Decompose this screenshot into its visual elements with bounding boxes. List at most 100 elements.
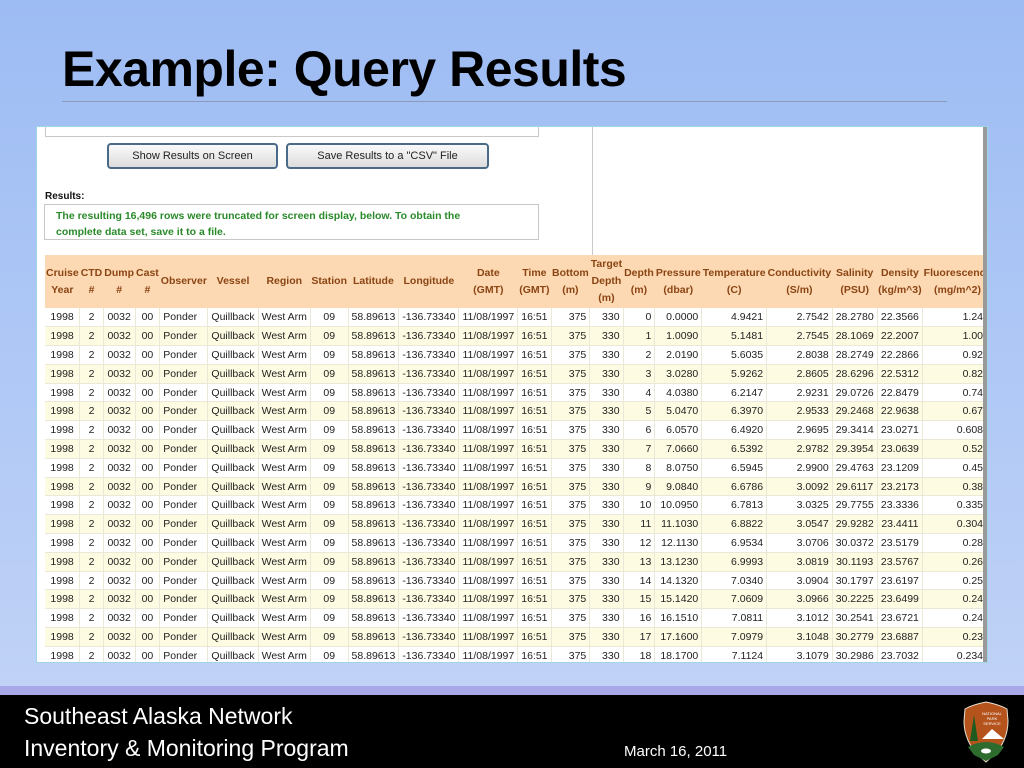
table-cell: 30.2986 [832, 646, 878, 662]
table-row: 1998 2 0032 00 Ponder Quillback West Arm 09 58.8… [45, 364, 987, 384]
save-csv-button[interactable]: Save Results to a "CSV" File [286, 143, 489, 169]
column-header[interactable]: Dump # [103, 255, 136, 308]
table-cell: 0 [623, 308, 656, 328]
table-cell: 58.89613 [348, 533, 400, 553]
table-cell: 375 [551, 589, 591, 610]
table-cell: 11/08/1997 [458, 401, 519, 422]
table-cell: 18.1700 [654, 646, 703, 662]
table-cell: 00 [135, 308, 161, 328]
column-header-label: Year [51, 283, 74, 296]
table-cell: Quillback [207, 571, 259, 591]
table-cell: 30.1193 [832, 552, 878, 572]
table-cell: 330 [589, 646, 624, 662]
column-header[interactable]: Longitude [398, 255, 459, 308]
column-header[interactable]: Conductivity (S/m) [766, 255, 833, 308]
table-cell: Ponder [159, 308, 209, 328]
table-cell: 11/08/1997 [458, 458, 519, 478]
table-cell: 23.3336 [877, 495, 924, 516]
org-name-line-2: Inventory & Monitoring Program [24, 735, 349, 761]
table-cell: 0.6087 [922, 420, 987, 441]
table-cell: Ponder [159, 589, 209, 610]
table-cell: 11 [623, 514, 656, 535]
column-header-label: Time [522, 266, 547, 279]
column-header[interactable]: Cruise Year [45, 255, 80, 308]
table-cell: 00 [135, 458, 161, 478]
table-cell: 0.452 [922, 458, 987, 478]
table-cell: 1998 [45, 533, 81, 553]
table-cell: 2.0190 [654, 345, 703, 365]
results-message: The resulting 16,496 rows were truncated… [44, 204, 539, 240]
table-cell: 10 [623, 495, 656, 516]
column-header[interactable]: Temperature (C) [701, 255, 767, 308]
column-header-label: (S/m) [786, 283, 813, 296]
table-cell: 16 [623, 608, 656, 629]
table-row: 1998 2 0032 00 Ponder Quillback West Arm 09 58.8… [45, 533, 987, 553]
table-cell: 6.7813 [701, 495, 768, 516]
table-cell: 1998 [45, 439, 81, 459]
table-cell: 4.9421 [701, 308, 768, 328]
table-cell: 330 [589, 326, 624, 347]
table-cell: 3.0904 [766, 571, 833, 591]
table-cell: 2 [79, 646, 104, 662]
column-header[interactable]: Region [258, 255, 311, 308]
table-cell: Quillback [207, 364, 259, 384]
table-cell: West Arm [258, 439, 311, 459]
column-header[interactable]: Cast # [135, 255, 160, 308]
table-cell: 09 [310, 458, 349, 478]
show-results-button[interactable]: Show Results on Screen [107, 143, 278, 169]
column-header[interactable]: Target Depth (m) [589, 255, 624, 308]
table-cell: Quillback [207, 308, 259, 328]
table-cell: Quillback [207, 383, 259, 403]
table-row: 1998 2 0032 00 Ponder Quillback West Arm 09 58.8… [45, 589, 987, 610]
column-header[interactable]: Density (kg/m^3) [877, 255, 923, 308]
column-header[interactable]: Station [310, 255, 349, 308]
table-cell: 1998 [45, 364, 81, 384]
table-cell: 15 [623, 589, 656, 610]
table-cell: Quillback [207, 401, 259, 422]
table-cell: 13 [623, 552, 656, 572]
table-cell: Ponder [159, 477, 209, 497]
column-header[interactable]: Latitude [348, 255, 399, 308]
table-cell: 11/08/1997 [458, 608, 519, 629]
table-cell: 375 [551, 552, 591, 572]
column-header[interactable]: Pressure (dbar) [654, 255, 702, 308]
table-cell: 5 [623, 401, 656, 422]
column-header-label: (PSU) [840, 283, 869, 296]
table-cell: 00 [135, 646, 161, 662]
column-header[interactable]: Time (GMT) [517, 255, 552, 308]
table-row: 1998 2 0032 00 Ponder Quillback West Arm 09 58.8… [45, 552, 987, 572]
column-header[interactable]: Depth (m) [623, 255, 655, 308]
column-header[interactable]: Fluorescence (mg/m^2) [922, 255, 987, 308]
table-cell: 1998 [45, 477, 81, 497]
table-cell: 2 [79, 608, 104, 629]
table-cell: 00 [135, 627, 161, 647]
table-cell: 2 [79, 495, 104, 516]
table-cell: 330 [589, 458, 624, 478]
table-cell: 1998 [45, 589, 81, 610]
table-cell: 0.928 [922, 345, 987, 365]
column-header[interactable]: Date (GMT) [458, 255, 518, 308]
column-header[interactable]: Observer [159, 255, 208, 308]
column-header-label: Station [311, 275, 348, 287]
table-cell: 30.0372 [832, 533, 878, 553]
title-divider [62, 101, 947, 102]
column-header[interactable]: Bottom (m) [551, 255, 590, 308]
column-header-label: (C) [726, 283, 742, 296]
table-cell: 330 [589, 589, 624, 610]
footer-band [0, 686, 1024, 695]
table-row: 1998 2 0032 00 Ponder Quillback West Arm 09 58.8… [45, 571, 987, 591]
table-row: 1998 2 0032 00 Ponder Quillback West Arm 09 58.8… [45, 495, 987, 516]
table-cell: West Arm [258, 627, 311, 647]
table-cell: 0.247 [922, 589, 987, 610]
table-cell: 1998 [45, 401, 81, 422]
table-cell: Ponder [159, 383, 209, 403]
table-cell: 11/08/1997 [458, 533, 519, 553]
table-cell: 29.3414 [832, 420, 878, 441]
table-cell: 09 [310, 477, 349, 497]
table-cell: 22.2866 [877, 345, 924, 365]
column-header[interactable]: CTD # [79, 255, 104, 308]
table-cell: 2.9533 [766, 401, 833, 422]
column-header[interactable]: Salinity (PSU) [832, 255, 878, 308]
column-header[interactable]: Vessel [207, 255, 259, 308]
table-cell: West Arm [258, 364, 311, 384]
